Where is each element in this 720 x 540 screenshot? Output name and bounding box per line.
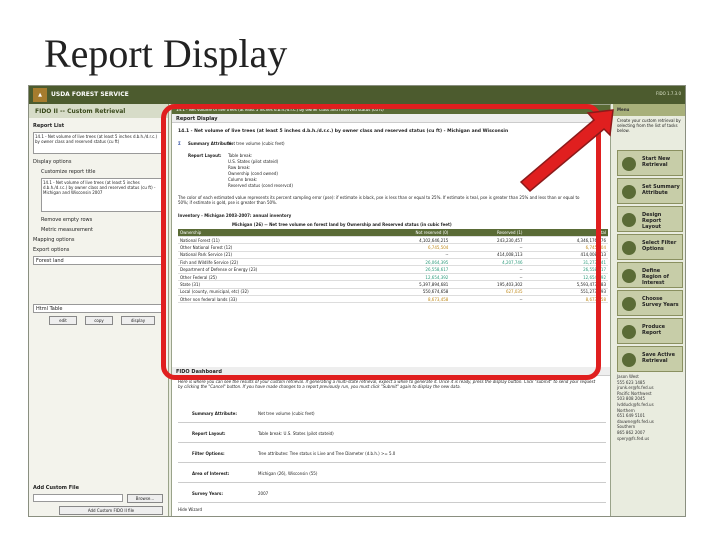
red-arrow-icon — [519, 109, 614, 193]
